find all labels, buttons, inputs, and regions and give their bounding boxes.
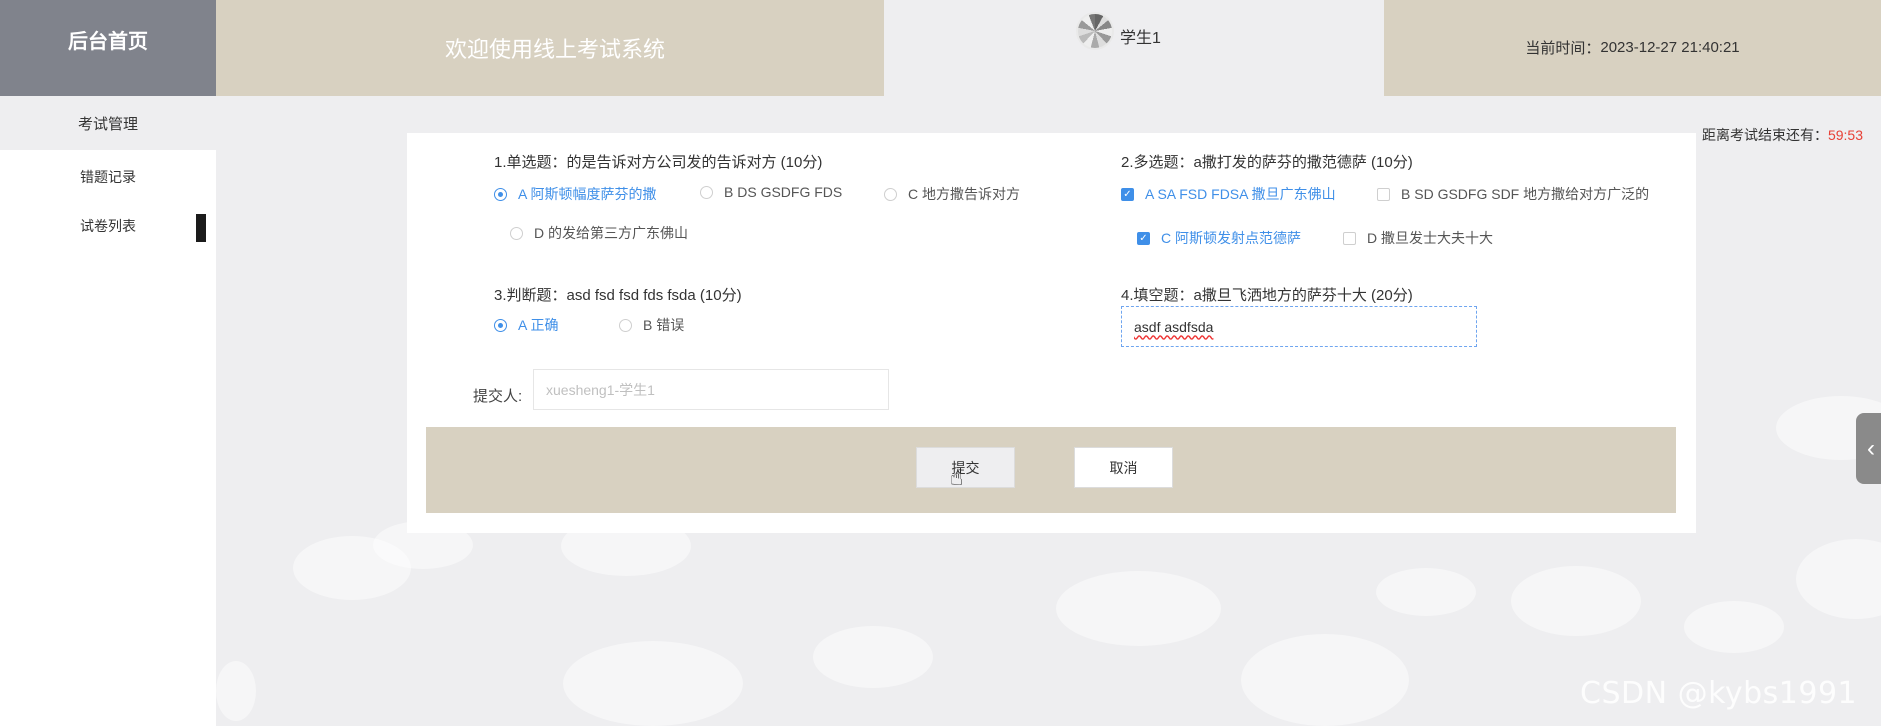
sidebar: 考试管理 错题记录 试卷列表 xyxy=(0,96,216,726)
submit-button[interactable]: 提交 xyxy=(916,447,1015,488)
sidebar-item-exam-management[interactable]: 考试管理 xyxy=(0,96,216,150)
background-bubble xyxy=(1241,634,1409,726)
background-bubble xyxy=(1684,601,1784,653)
form-actions-bar: 提交 取消 ☝ xyxy=(426,427,1676,513)
q2-option-b[interactable]: B SD GSDFG SDF 地方撒给对方广泛的 xyxy=(1377,184,1649,204)
countdown-label: 距离考试结束还有： xyxy=(1701,127,1828,143)
background-bubble xyxy=(1511,566,1641,636)
question-3-title: 3.判断题：asd fsd fsd fds fsda (10分) xyxy=(494,287,742,304)
option-label: A 正确 xyxy=(518,317,559,333)
option-label: B DS GSDFG FDS xyxy=(724,184,843,200)
radio-icon[interactable] xyxy=(619,318,632,332)
sidebar-logo[interactable]: 后台首页 xyxy=(0,0,216,96)
collapse-panel-button[interactable]: ‹ xyxy=(1856,413,1881,484)
welcome-banner: 欢迎使用线上考试系统 xyxy=(216,0,884,96)
hand-cursor-icon: ☝ xyxy=(950,465,964,490)
radio-checked-icon[interactable] xyxy=(494,187,507,201)
q3-option-a[interactable]: A 正确 xyxy=(494,315,558,335)
countdown-value: 59:53 xyxy=(1827,127,1863,143)
background-bubble xyxy=(216,661,256,721)
q2-option-a[interactable]: ✓ A SA FSD FDSA 撒旦广东佛山 xyxy=(1121,184,1336,204)
option-label: A 阿斯顿幅度萨芬的撒 xyxy=(518,186,657,202)
question-1-title: 1.单选题：的是告诉对方公司发的告诉对方 (10分) xyxy=(494,154,823,171)
active-indicator xyxy=(196,214,206,242)
current-time: 当前时间： 2023-12-27 21:40:21 xyxy=(1384,0,1881,96)
main-content: 距离考试结束还有：59:53 1.单选题：的是告诉对方公司发的告诉对方 (10分… xyxy=(216,96,1881,726)
watermark: CSDN @kybs1991 xyxy=(1580,676,1858,711)
sidebar-item-label: 考试管理 xyxy=(77,115,138,133)
background-bubble xyxy=(1796,539,1881,619)
checkbox-icon[interactable] xyxy=(1377,187,1390,201)
q2-option-d[interactable]: D 撒旦发士大夫十大 xyxy=(1343,228,1493,248)
sidebar-item-paper-list[interactable]: 试卷列表 xyxy=(0,199,216,253)
sidebar-item-label: 错题记录 xyxy=(80,169,136,185)
background-bubble xyxy=(563,641,743,726)
sidebar-item-wrong-questions[interactable]: 错题记录 xyxy=(0,150,216,204)
option-label: B 错误 xyxy=(643,317,685,333)
submitter-input[interactable]: xuesheng1-学生1 xyxy=(533,369,889,410)
q1-option-b[interactable]: B DS GSDFG FDS xyxy=(700,184,842,200)
background-bubble xyxy=(813,626,933,688)
checkbox-checked-icon[interactable]: ✓ xyxy=(1137,231,1150,245)
radio-icon[interactable] xyxy=(510,226,523,240)
q4-answer-text: asdf asdfsda xyxy=(1134,318,1214,335)
time-label: 当前时间： xyxy=(1525,39,1601,57)
question-4-title: 4.填空题：a撒旦飞洒地方的萨芬十大 (20分) xyxy=(1121,287,1413,304)
chevron-left-icon: ‹ xyxy=(1867,434,1875,462)
submitter-placeholder: xuesheng1-学生1 xyxy=(546,381,655,398)
top-header: 欢迎使用线上考试系统 当前时间： 2023-12-27 21:40:21 xyxy=(216,0,1881,96)
q4-answer-input[interactable]: asdf asdfsda xyxy=(1121,306,1477,347)
exam-countdown: 距离考试结束还有：59:53 xyxy=(1702,125,1863,145)
radio-icon[interactable] xyxy=(884,187,897,201)
q1-option-d[interactable]: D 的发给第三方广东佛山 xyxy=(510,223,688,243)
radio-icon[interactable] xyxy=(700,185,713,199)
option-label: A SA FSD FDSA 撒旦广东佛山 xyxy=(1145,186,1336,202)
option-label: D 的发给第三方广东佛山 xyxy=(534,225,688,241)
option-label: B SD GSDFG SDF 地方撒给对方广泛的 xyxy=(1401,186,1650,202)
checkbox-checked-icon[interactable]: ✓ xyxy=(1121,187,1134,201)
sidebar-item-label: 试卷列表 xyxy=(80,218,136,234)
option-label: C 地方撒告诉对方 xyxy=(908,186,1020,202)
welcome-text: 欢迎使用线上考试系统 xyxy=(444,37,665,62)
exam-paper-card: 1.单选题：的是告诉对方公司发的告诉对方 (10分) A 阿斯顿幅度萨芬的撒 B… xyxy=(407,133,1696,533)
user-name[interactable]: 学生1 xyxy=(1120,24,1161,48)
checkbox-icon[interactable] xyxy=(1343,231,1356,245)
background-bubble xyxy=(1056,571,1221,646)
option-label: D 撒旦发士大夫十大 xyxy=(1367,230,1493,246)
q3-option-b[interactable]: B 错误 xyxy=(619,315,684,335)
question-2-title: 2.多选题：a撒打发的萨芬的撒范德萨 (10分) xyxy=(1121,154,1413,171)
q2-option-c[interactable]: ✓ C 阿斯顿发射点范德萨 xyxy=(1137,228,1301,248)
option-label: C 阿斯顿发射点范德萨 xyxy=(1161,230,1301,246)
time-value: 2023-12-27 21:40:21 xyxy=(1600,38,1740,56)
radio-checked-icon[interactable] xyxy=(494,318,507,332)
background-bubble xyxy=(1376,568,1476,616)
cancel-button[interactable]: 取消 xyxy=(1074,447,1173,488)
q1-option-a[interactable]: A 阿斯顿幅度萨芬的撒 xyxy=(494,184,656,204)
submitter-label: 提交人: xyxy=(473,388,523,405)
user-panel[interactable] xyxy=(884,0,1384,96)
user-avatar[interactable] xyxy=(1076,12,1114,50)
q1-option-c[interactable]: C 地方撒告诉对方 xyxy=(884,184,1020,204)
